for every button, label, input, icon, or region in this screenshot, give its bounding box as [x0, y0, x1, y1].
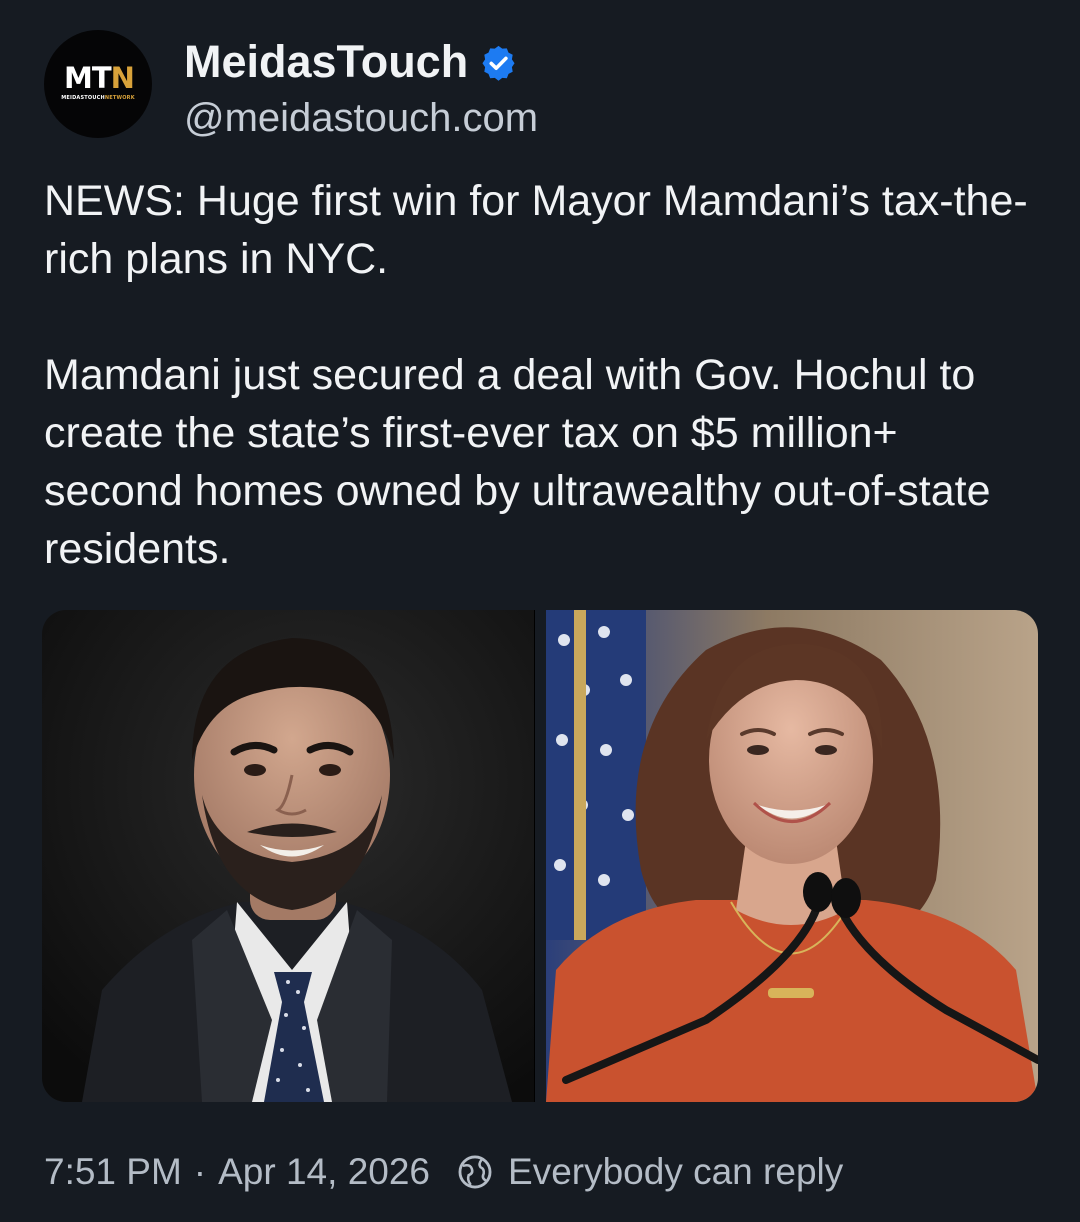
post-paragraph: NEWS: Huge first win for Mayor Mamdani’s… — [44, 177, 1028, 283]
photo-man-suit[interactable] — [42, 610, 535, 1102]
post-paragraph: Mamdani just secured a deal with Gov. Ho… — [44, 351, 991, 573]
post-time[interactable]: 7:51 PM — [44, 1151, 182, 1193]
post-meta: 7:51 PM · Apr 14, 2026 Everybody can rep… — [44, 1148, 843, 1196]
post-text: NEWS: Huge first win for Mayor Mamdani’s… — [44, 172, 1044, 578]
media-grid — [42, 610, 1038, 1102]
author-names: MeidasTouch @meidastouch.com — [184, 34, 538, 144]
verified-checkmark-icon — [480, 44, 517, 81]
display-name[interactable]: MeidasTouch — [184, 34, 468, 90]
globe-icon — [456, 1153, 494, 1191]
avatar-logo-subtitle: MEIDASTOUCHNETWORK — [61, 95, 135, 101]
post-header: MTN MEIDASTOUCHNETWORK MeidasTouch @meid… — [44, 30, 1044, 140]
display-name-row: MeidasTouch — [184, 34, 538, 90]
post-date[interactable]: Apr 14, 2026 — [218, 1151, 430, 1193]
avatar[interactable]: MTN MEIDASTOUCHNETWORK — [44, 30, 152, 138]
post-card: MTN MEIDASTOUCHNETWORK MeidasTouch @meid… — [0, 0, 1080, 1222]
avatar-logo: MTN — [64, 61, 135, 95]
photo-woman-podium[interactable] — [546, 610, 1038, 1102]
reply-setting[interactable]: Everybody can reply — [508, 1151, 843, 1193]
handle[interactable]: @meidastouch.com — [184, 92, 538, 144]
meta-separator: · — [193, 1151, 207, 1192]
